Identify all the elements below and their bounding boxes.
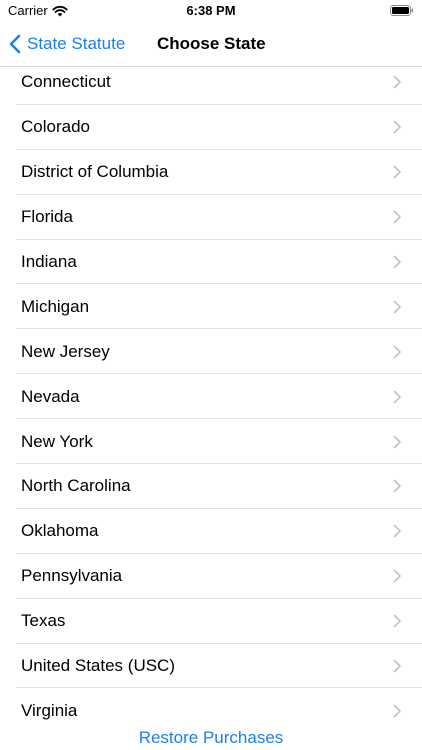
state-label: Texas (21, 611, 66, 631)
state-row-united-states-usc[interactable]: United States (USC) (0, 644, 422, 689)
state-label: Pennsylvania (21, 566, 123, 586)
state-label: North Carolina (21, 476, 131, 496)
state-label: Oklahoma (21, 521, 99, 541)
state-label: Connecticut (21, 72, 111, 92)
battery-icon (390, 5, 414, 16)
back-button[interactable]: State Statute (8, 30, 125, 58)
state-row-florida[interactable]: Florida (0, 195, 422, 240)
state-label: New York (21, 431, 93, 451)
state-row-north-carolina[interactable]: North Carolina (0, 464, 422, 509)
page-title: Choose State (157, 34, 266, 53)
restore-purchases-button[interactable]: Restore Purchases (0, 728, 422, 750)
state-row-pennsylvania[interactable]: Pennsylvania (0, 554, 422, 599)
state-label: Indiana (21, 252, 77, 271)
state-row-texas[interactable]: Texas (0, 599, 422, 644)
status-bar: Carrier 6:38 PM (0, 0, 422, 22)
state-list: Connecticut Colorado District of Columbi… (0, 60, 422, 734)
state-label: Virginia (21, 700, 78, 720)
state-label: Colorado (21, 117, 90, 137)
state-label: United States (USC) (21, 656, 175, 676)
state-row-connecticut[interactable]: Connecticut (0, 60, 422, 105)
state-label: District of Columbia (21, 162, 169, 182)
chevron-right-icon (393, 435, 401, 448)
chevron-right-icon (393, 210, 401, 224)
state-row-colorado[interactable]: Colorado (0, 105, 422, 150)
chevron-right-icon (393, 255, 401, 269)
state-row-indiana[interactable]: Indiana (0, 240, 422, 285)
chevron-right-icon (393, 480, 401, 493)
state-label: Florida (21, 207, 73, 227)
state-label: New Jersey (21, 341, 110, 361)
chevron-right-icon (393, 76, 401, 89)
state-row-new-york[interactable]: New York (0, 419, 422, 465)
chevron-right-icon (393, 614, 401, 628)
back-button-label: State Statute (27, 34, 126, 53)
state-row-virginia[interactable]: Virginia (0, 688, 422, 734)
state-row-oklahoma[interactable]: Oklahoma (0, 509, 422, 554)
state-row-new-jersey[interactable]: New Jersey (0, 329, 422, 375)
chevron-right-icon (393, 569, 401, 583)
chevron-right-icon (393, 524, 401, 538)
screen: Carrier 6:38 PM State Statute Choose Sta… (0, 0, 422, 750)
state-label: Nevada (21, 386, 80, 406)
state-row-michigan[interactable]: Michigan (0, 284, 422, 330)
state-row-nevada[interactable]: Nevada (0, 374, 422, 420)
chevron-right-icon (393, 300, 401, 314)
state-row-district-of-columbia[interactable]: District of Columbia (0, 150, 422, 195)
state-label: Michigan (21, 296, 90, 316)
chevron-right-icon (393, 659, 401, 673)
chevron-right-icon (393, 120, 401, 134)
status-time: 6:38 PM (186, 3, 236, 18)
chevron-right-icon (393, 165, 401, 179)
chevron-right-icon (393, 390, 401, 404)
chevron-left-icon (9, 34, 21, 54)
chevron-right-icon (393, 704, 401, 718)
chevron-right-icon (393, 345, 401, 359)
